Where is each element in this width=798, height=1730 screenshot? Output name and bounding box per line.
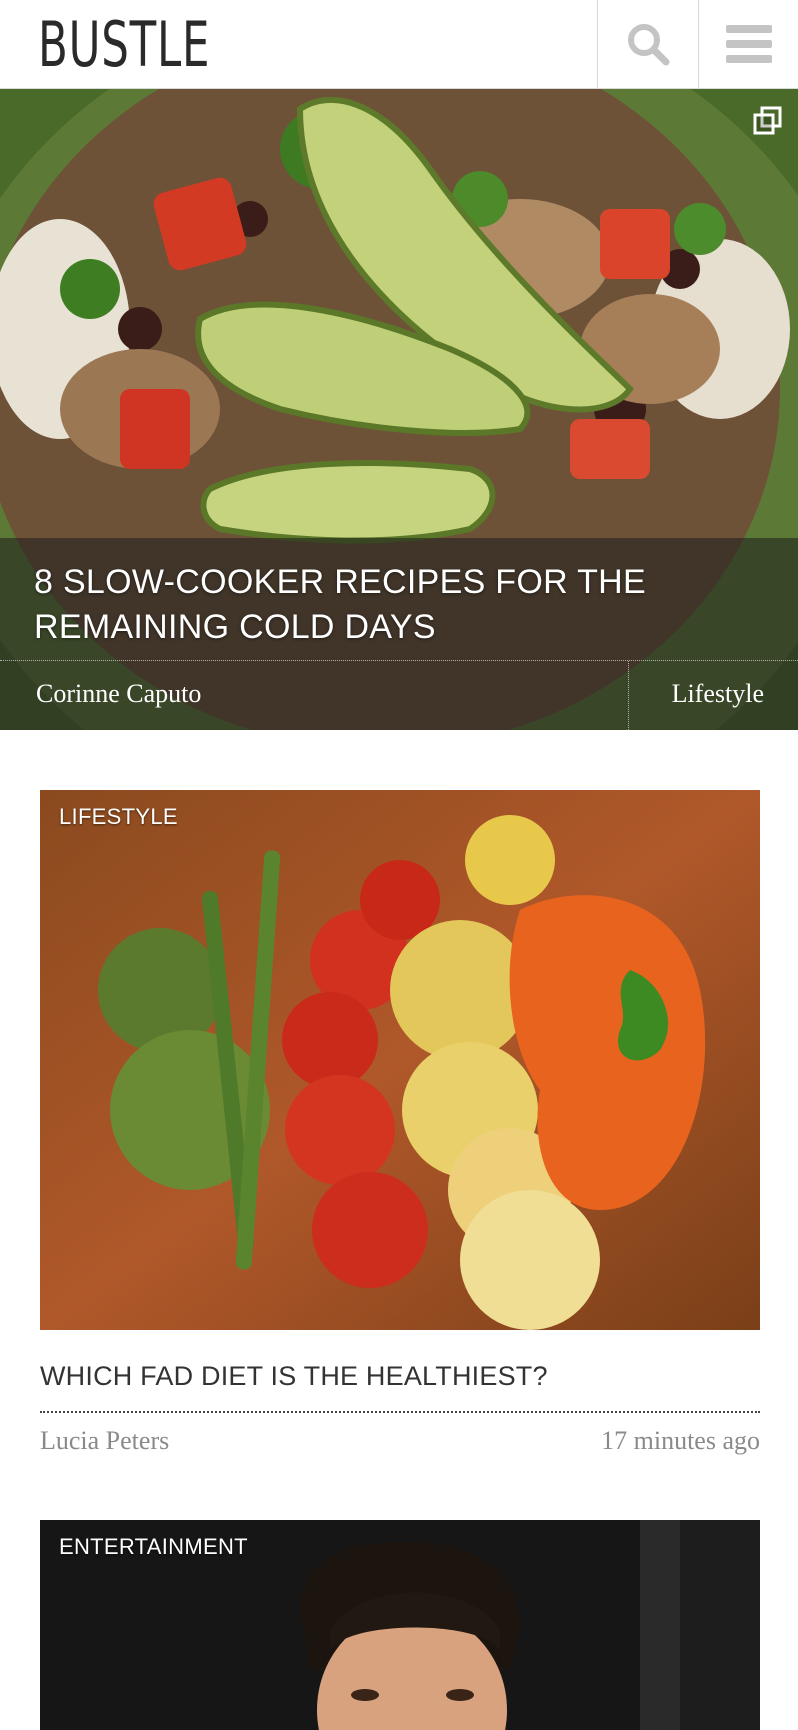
site-header: BUSTLE: [0, 0, 798, 89]
hero-meta-separator: [628, 661, 629, 730]
vegetables-image: [40, 790, 760, 1330]
hero-category[interactable]: Lifestyle: [672, 672, 764, 716]
article-image[interactable]: LIFESTYLE: [40, 790, 760, 1330]
article-timestamp: 17 minutes ago: [601, 1426, 760, 1455]
article-divider: [40, 1411, 760, 1413]
gallery-icon: [753, 106, 782, 135]
bustle-logo[interactable]: BUSTLE: [38, 10, 210, 80]
article-category-tag[interactable]: LIFESTYLE: [59, 802, 178, 832]
hero-divider: [0, 660, 798, 661]
search-button[interactable]: [597, 0, 697, 88]
search-icon: [627, 24, 669, 66]
article-category-tag[interactable]: ENTERTAINMENT: [59, 1532, 248, 1562]
featured-article[interactable]: 8 SLOW-COOKER RECIPES FOR THE REMAINING …: [0, 89, 798, 730]
hero-caption: 8 SLOW-COOKER RECIPES FOR THE REMAINING …: [0, 538, 798, 730]
article-image[interactable]: ENTERTAINMENT: [40, 1520, 760, 1730]
article-meta: Lucia Peters 17 minutes ago: [40, 1423, 760, 1459]
article-title[interactable]: WHICH FAD DIET IS THE HEALTHIEST?: [40, 1358, 760, 1394]
menu-button[interactable]: [698, 0, 798, 88]
hero-author[interactable]: Corinne Caputo: [36, 672, 201, 716]
hamburger-menu-icon: [725, 25, 772, 63]
article-author[interactable]: Lucia Peters: [40, 1423, 169, 1459]
hero-title[interactable]: 8 SLOW-COOKER RECIPES FOR THE REMAINING …: [34, 560, 734, 650]
